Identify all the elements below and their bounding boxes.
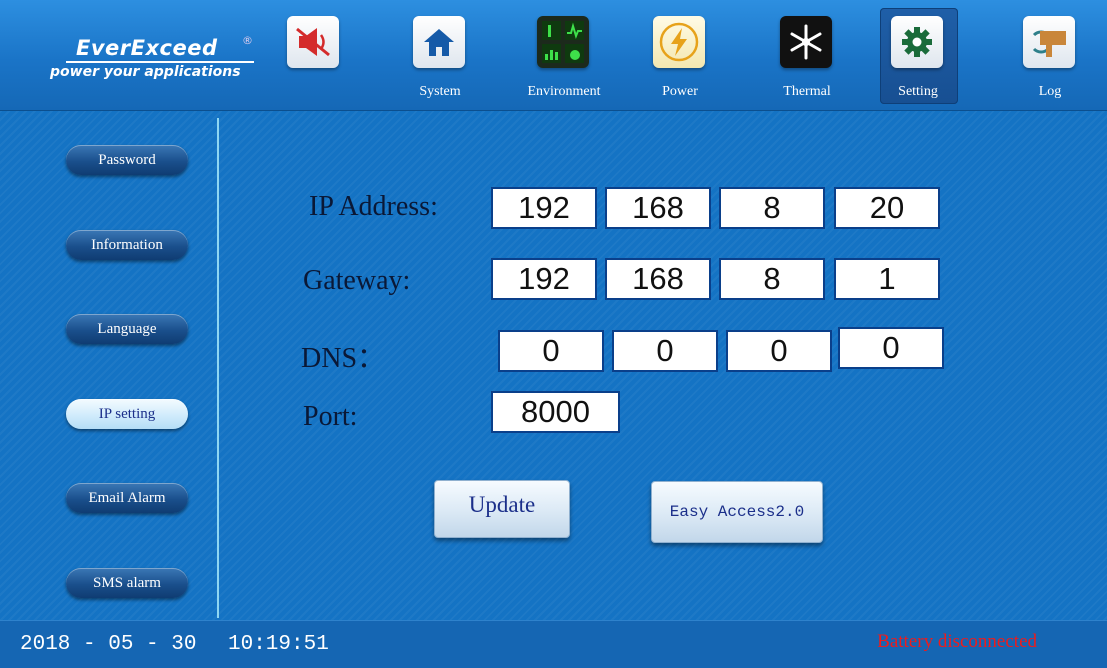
- nav-log[interactable]: Log: [1012, 8, 1090, 104]
- mute-button[interactable]: [276, 8, 354, 104]
- environment-monitor-icon: [537, 16, 589, 68]
- home-icon: [413, 16, 465, 68]
- sidebar-item-ip-setting[interactable]: IP setting: [66, 399, 188, 429]
- battery-alert-text: Battery disconnected: [877, 631, 1037, 652]
- ip-octet-3-field[interactable]: 8: [719, 187, 825, 229]
- nav-environment-label: Environment: [527, 84, 601, 99]
- nav-system[interactable]: System: [402, 8, 480, 104]
- snowflake-icon: [780, 16, 832, 68]
- sidebar-item-label: Password: [98, 151, 156, 168]
- dns-octet-3-field[interactable]: 0: [726, 330, 832, 372]
- sidebar-item-sms-alarm[interactable]: SMS alarm: [66, 568, 188, 598]
- ip-octet-1-field[interactable]: 192: [491, 187, 597, 229]
- nav-environment[interactable]: Environment: [526, 8, 604, 104]
- nav-thermal-label: Thermal: [783, 84, 831, 99]
- sidebar-divider: [217, 118, 219, 618]
- logo-brand-name: EverExceed: [76, 36, 218, 60]
- sidebar-item-information[interactable]: Information: [66, 230, 188, 260]
- update-button-label: Update: [468, 492, 536, 517]
- sidebar-item-email-alarm[interactable]: Email Alarm: [66, 483, 188, 513]
- port-label: Port:: [303, 401, 358, 432]
- gateway-octet-1-field[interactable]: 192: [491, 258, 597, 300]
- ip-octet-4-field[interactable]: 20: [834, 187, 940, 229]
- sidebar-item-label: Information: [91, 236, 163, 253]
- gateway-octet-3-field[interactable]: 8: [719, 258, 825, 300]
- log-icon: [1023, 16, 1075, 68]
- mute-speaker-icon: [287, 16, 339, 68]
- port-field[interactable]: 8000: [491, 391, 620, 433]
- dns-label: DNS：: [301, 343, 386, 374]
- easy-access-button-label: Easy Access2.0: [669, 503, 805, 521]
- gateway-octet-4-field[interactable]: 1: [834, 258, 940, 300]
- lightning-icon: [653, 16, 705, 68]
- nav-thermal[interactable]: Thermal: [769, 8, 847, 104]
- nav-power-label: Power: [662, 84, 698, 99]
- settings-screen: EverExceed ® power your applications Sys…: [0, 0, 1107, 668]
- top-navigation-bar: EverExceed ® power your applications Sys…: [0, 0, 1107, 111]
- nav-system-label: System: [419, 84, 461, 99]
- status-date: 2018 - 05 - 30: [20, 633, 197, 656]
- sidebar-item-password[interactable]: Password: [66, 145, 188, 175]
- ip-address-label: IP Address:: [309, 191, 438, 222]
- sidebar-item-label: SMS alarm: [93, 574, 161, 591]
- nav-power[interactable]: Power: [642, 8, 720, 104]
- update-button[interactable]: Update: [434, 480, 570, 538]
- nav-log-label: Log: [1038, 84, 1062, 99]
- dns-octet-2-field[interactable]: 0: [612, 330, 718, 372]
- nav-setting[interactable]: Setting: [880, 8, 958, 104]
- gateway-label: Gateway:: [303, 265, 411, 296]
- gear-icon: [891, 16, 943, 68]
- logo-registered-mark: ®: [242, 34, 253, 47]
- sidebar-item-label: IP setting: [98, 405, 156, 422]
- sidebar-item-label: Language: [97, 320, 157, 337]
- easy-access-button[interactable]: Easy Access2.0: [651, 481, 823, 543]
- gateway-octet-2-field[interactable]: 168: [605, 258, 711, 300]
- status-bar: 2018 - 05 - 30 10:19:51 Battery disconne…: [0, 620, 1107, 668]
- sidebar-item-language[interactable]: Language: [66, 314, 188, 344]
- logo-tagline: power your applications: [50, 64, 241, 80]
- ip-octet-2-field[interactable]: 168: [605, 187, 711, 229]
- dns-octet-4-field[interactable]: 0: [838, 327, 944, 369]
- sidebar-item-label: Email Alarm: [88, 489, 166, 506]
- nav-setting-label: Setting: [898, 84, 938, 99]
- logo-underline: [66, 61, 254, 63]
- dns-octet-1-field[interactable]: 0: [498, 330, 604, 372]
- status-time: 10:19:51: [228, 633, 329, 656]
- everexceed-logo: EverExceed ® power your applications: [14, 28, 260, 84]
